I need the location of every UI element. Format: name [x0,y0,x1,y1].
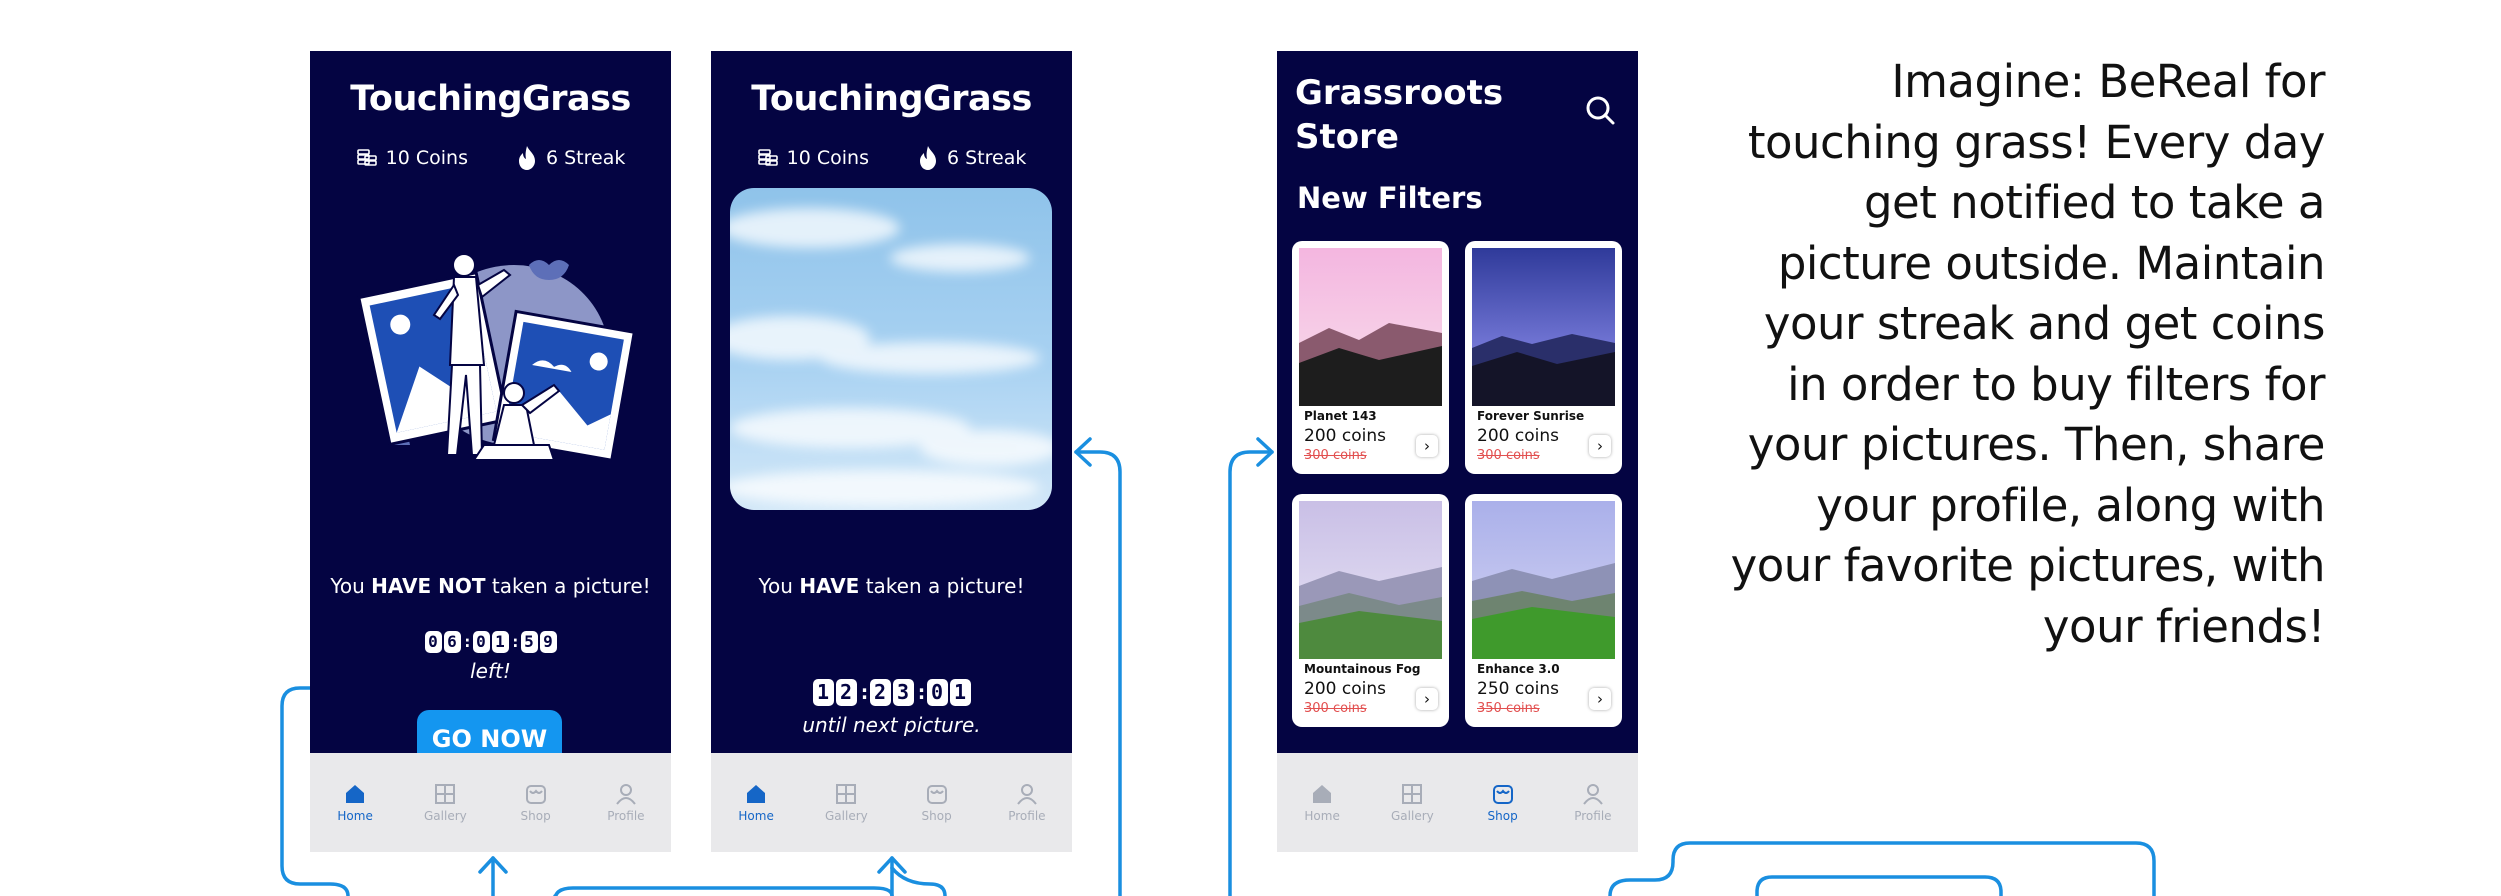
coins-label: 10 Coins [385,147,468,169]
flame-icon [518,146,535,170]
shop-icon [525,784,546,804]
selfie-illustration [356,253,634,463]
tab-shop[interactable]: Shop [501,783,571,823]
shop-icon [1492,784,1513,804]
connector-to-photo [1074,450,1122,896]
streak-stat: 6 Streak [917,145,1026,171]
stats-bar: 10 Coins 6 Streak [711,145,1072,171]
app-title: TouchingGrass [350,79,631,119]
tab-bar: Home Gallery Shop Profile [1277,753,1638,852]
sky-photo-image [730,188,1052,510]
tab-shop[interactable]: Shop [1468,783,1538,823]
status-message: You HAVE taken a picture! [758,574,1025,598]
connector-to-store [1228,450,1274,896]
status-message: You HAVE NOT taken a picture! [330,574,651,598]
filter-card-enhance-3-0[interactable]: Enhance 3.0 250 coins 350 coins › [1465,494,1622,727]
coins-label: 10 Coins [786,147,869,169]
profile-icon [1017,783,1037,805]
coins-stack-icon [757,149,778,166]
countdown-caption: left! [470,659,511,683]
tab-gallery[interactable]: Gallery [410,783,480,823]
chevron-right-icon[interactable]: › [1589,688,1611,710]
store-title: Grassroots Store [1295,73,1504,157]
coins-stat: 10 Coins [757,145,869,171]
screen-home-done: TouchingGrass 10 Coins 6 Streak You HAVE… [711,51,1072,852]
tab-home[interactable]: Home [721,783,791,823]
streak-label: 6 Streak [946,147,1027,169]
search-button[interactable] [1583,93,1617,127]
streak-label: 6 Streak [545,147,626,169]
tab-shop[interactable]: Shop [902,783,972,823]
profile-icon [1583,783,1603,805]
countdown-timer: 12:23:01 [711,679,1072,706]
streak-stat: 6 Streak [516,145,625,171]
filter-preview-enhance-3-0 [1472,501,1615,659]
profile-icon [616,783,636,805]
countdown-caption: until next picture. [802,713,981,737]
tab-profile[interactable]: Profile [591,783,661,823]
tab-bar: Home Gallery Shop Profile [711,753,1072,852]
filter-card-mountainous-fog[interactable]: Mountainous Fog 200 coins 300 coins › [1292,494,1449,727]
home-icon [1313,784,1332,803]
screen-home-pending: TouchingGrass 10 Coins 6 Streak You HAVE… [310,51,671,852]
tab-home[interactable]: Home [320,783,390,823]
search-icon [1586,96,1615,125]
home-icon [346,784,365,803]
tab-profile[interactable]: Profile [992,783,1062,823]
chevron-right-icon[interactable]: › [1416,688,1438,710]
countdown-timer: 06:01:59 [310,631,671,653]
stats-bar: 10 Coins 6 Streak [310,145,671,171]
connector-store-inner [1755,875,2003,896]
gallery-icon [1402,783,1423,804]
shop-icon [926,784,947,804]
concept-description: Imagine: BeReal for touching grass! Ever… [1730,55,2326,653]
filter-preview-forever-sunrise [1472,248,1615,406]
tab-gallery[interactable]: Gallery [811,783,881,823]
coins-stack-icon [356,149,377,166]
home-icon [747,784,766,803]
tab-profile[interactable]: Profile [1558,783,1628,823]
flame-icon [919,146,936,170]
filter-preview-mountainous-fog [1299,501,1442,659]
section-title: New Filters [1297,181,1483,215]
tab-bar: Home Gallery Shop Profile [310,753,671,852]
gallery-icon [836,783,857,804]
connector-home-to-done [553,886,894,896]
chevron-right-icon[interactable]: › [1589,435,1611,457]
connector-store-bracket [1608,841,2156,896]
coins-stat: 10 Coins [356,145,468,171]
filter-card-forever-sunrise[interactable]: Forever Sunrise 200 coins 300 coins › [1465,241,1622,474]
connector-done-curve [890,866,947,896]
app-title: TouchingGrass [751,79,1032,119]
gallery-icon [435,783,456,804]
sky-photo[interactable] [730,188,1052,510]
chevron-right-icon[interactable]: › [1416,435,1438,457]
tab-home[interactable]: Home [1287,783,1357,823]
filter-card-planet-143[interactable]: Planet 143 200 coins 300 coins › [1292,241,1449,474]
screen-store: Grassroots Store New Filters Planet 143 … [1277,51,1638,852]
filter-preview-planet-143 [1299,248,1442,406]
tab-gallery[interactable]: Gallery [1377,783,1447,823]
